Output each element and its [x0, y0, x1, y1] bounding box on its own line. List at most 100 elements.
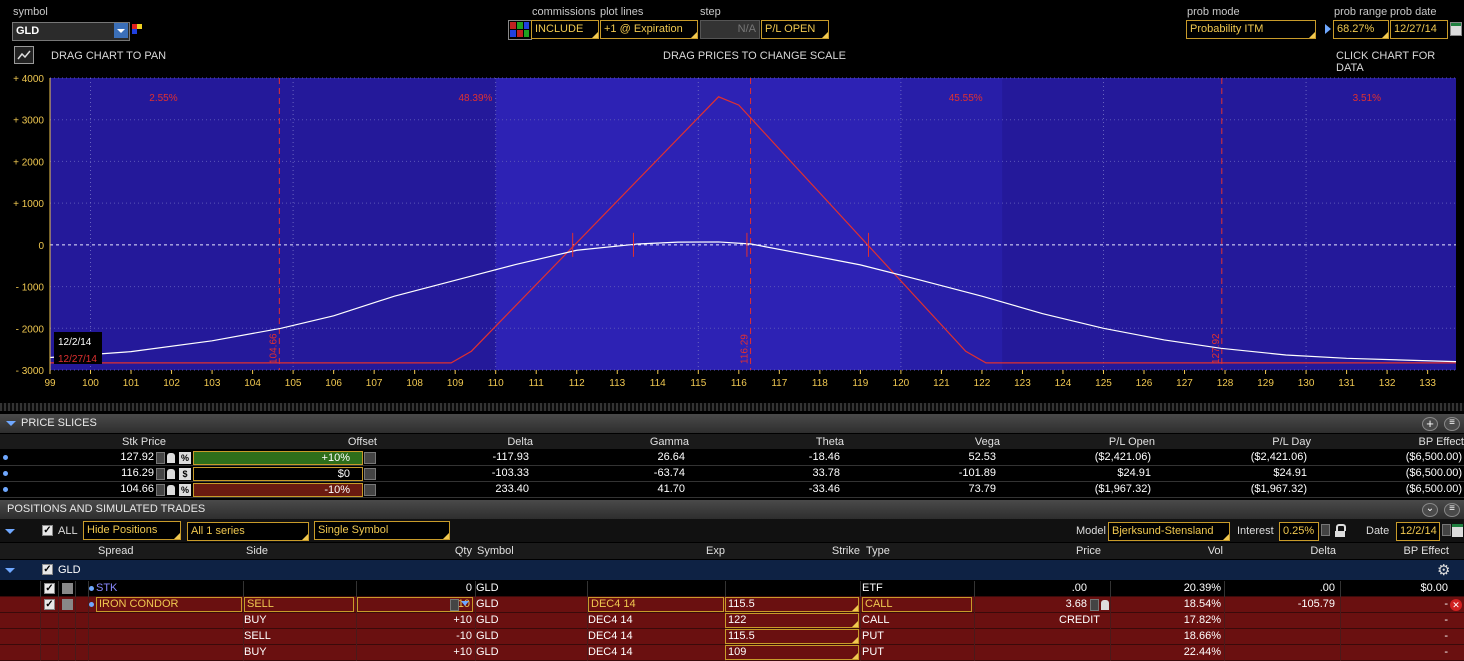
model-select[interactable]: Bjerksund-Stensland: [1108, 522, 1230, 541]
price-slices-header[interactable]: PRICE SLICES + ≡: [0, 414, 1464, 433]
add-slice-icon[interactable]: +: [1422, 417, 1438, 431]
offset-field[interactable]: -10%: [193, 483, 363, 497]
pl-mode-select[interactable]: P/L OPEN: [761, 20, 829, 39]
expand-icon[interactable]: [5, 529, 15, 534]
type-field[interactable]: CALL: [862, 597, 972, 612]
row-checkbox[interactable]: ✓: [44, 599, 55, 610]
list-menu-icon[interactable]: ≡: [1444, 417, 1460, 431]
collapse-icon[interactable]: [6, 421, 16, 426]
group-row[interactable]: ✓ GLD ⚙: [0, 560, 1464, 580]
chart-settings-icon[interactable]: [14, 46, 34, 64]
column-header-p-l-open[interactable]: P/L Open: [1035, 435, 1155, 449]
stk-price-spinner[interactable]: [156, 452, 165, 464]
strike-field[interactable]: 122: [725, 613, 859, 628]
exp-field[interactable]: DEC4 14: [588, 597, 724, 612]
stk-price-spinner[interactable]: [156, 484, 165, 496]
column-header-exp[interactable]: Exp: [706, 544, 725, 558]
spread-field[interactable]: IRON CONDOR: [96, 597, 242, 612]
position-row[interactable]: BUY +10 GLD DEC4 14 109 PUT 22.44% -: [0, 645, 1464, 661]
symbol-input[interactable]: GLD: [12, 22, 130, 41]
lock-icon[interactable]: [167, 469, 175, 479]
price-spinner[interactable]: [1090, 599, 1099, 611]
stk-price-spinner[interactable]: [156, 468, 165, 480]
lock-icon[interactable]: [1335, 524, 1346, 537]
play-arrow-icon[interactable]: [1325, 24, 1331, 34]
date-calendar-icon[interactable]: [1452, 524, 1463, 537]
column-header-delta[interactable]: Delta: [1236, 544, 1336, 558]
column-header-theta[interactable]: Theta: [724, 435, 844, 449]
hide-positions-select[interactable]: Hide Positions: [83, 521, 181, 540]
column-header-gamma[interactable]: Gamma: [569, 435, 689, 449]
stk-price[interactable]: 104.66: [96, 482, 154, 497]
strike-dropdown-corner[interactable]: [852, 653, 858, 659]
date-input[interactable]: 12/2/14: [1396, 522, 1440, 541]
column-header-bp-effect[interactable]: BP Effect: [1349, 544, 1449, 558]
qty[interactable]: +10: [357, 645, 472, 660]
positions-menu-icon[interactable]: ≡: [1444, 503, 1460, 517]
column-header-vol[interactable]: Vol: [1123, 544, 1223, 558]
position-row[interactable]: ✓ IRON CONDOR SELL -10 GLD DEC4 14 115.5 CALL 3.…: [0, 597, 1464, 613]
interest-spinner[interactable]: [1321, 524, 1330, 536]
prob-date-input[interactable]: 12/27/14: [1390, 20, 1448, 39]
column-header-p-l-day[interactable]: P/L Day: [1191, 435, 1311, 449]
stk-price[interactable]: 127.92: [96, 450, 154, 465]
series-select[interactable]: All 1 series: [187, 522, 309, 541]
chart-splitter[interactable]: [0, 403, 1464, 411]
risk-profile-chart[interactable]: + 4000 + 3000 + 2000 + 1000 0 - 1000 - 2000 - 3…: [0, 72, 1464, 397]
row-checkbox[interactable]: ✓: [44, 583, 55, 594]
column-header-bp-effect[interactable]: BP Effect: [1344, 435, 1464, 449]
strike-field[interactable]: 109: [725, 645, 859, 660]
column-header-offset[interactable]: Offset: [257, 435, 377, 449]
commissions-grid-icon[interactable]: [508, 20, 532, 40]
prob-mode-select[interactable]: Probability ITM: [1186, 20, 1316, 39]
plot-lines-select[interactable]: +1 @ Expiration: [600, 20, 698, 39]
interest-input[interactable]: 0.25%: [1279, 522, 1319, 541]
column-header-type[interactable]: Type: [866, 544, 890, 558]
unit-toggle[interactable]: %: [179, 484, 191, 496]
position-row[interactable]: BUY +10 GLD DEC4 14 122 CALL CREDIT 17.82% -: [0, 613, 1464, 629]
lock-icon[interactable]: [167, 453, 175, 463]
stk-price[interactable]: 116.29: [96, 466, 154, 481]
qty[interactable]: +10: [357, 613, 472, 628]
offset-field[interactable]: $0: [193, 467, 363, 481]
qty-spinner[interactable]: [450, 599, 459, 611]
qty-dropdown-icon[interactable]: [461, 601, 469, 606]
price-slice-row[interactable]: 116.29 $ $0 -103.33 -63.74 33.78 -101.89 $24.91…: [0, 466, 1464, 482]
row-toggle[interactable]: [62, 583, 73, 594]
all-checkbox[interactable]: ✓: [42, 525, 53, 536]
commissions-select[interactable]: INCLUDE: [531, 20, 599, 39]
strike-dropdown-corner[interactable]: [852, 621, 858, 627]
strike-field[interactable]: 115.5: [725, 629, 859, 644]
price-slice-row[interactable]: 104.66% -10% 233.40 41.70 -33.46 73.79 ($1,967…: [0, 482, 1464, 498]
unit-toggle[interactable]: $: [179, 468, 191, 480]
column-header-stk-price[interactable]: Stk Price: [46, 435, 166, 449]
collapse-all-icon[interactable]: ⌄: [1422, 503, 1438, 517]
color-picker-icon[interactable]: [132, 24, 142, 34]
column-header-spread[interactable]: Spread: [98, 544, 133, 558]
strike-dropdown-corner[interactable]: [852, 637, 858, 643]
side-field[interactable]: SELL: [244, 597, 354, 612]
row-toggle[interactable]: [62, 599, 73, 610]
column-header-symbol[interactable]: Symbol: [477, 544, 514, 558]
offset-dropdown[interactable]: [364, 468, 376, 480]
group-expand-icon[interactable]: [5, 568, 15, 573]
offset-field[interactable]: +10%: [193, 451, 363, 465]
qty[interactable]: 0: [357, 581, 472, 596]
unit-toggle[interactable]: %: [179, 452, 191, 464]
group-checkbox[interactable]: ✓: [42, 564, 53, 575]
symbol-mode-select[interactable]: Single Symbol: [314, 521, 450, 540]
remove-icon[interactable]: ✕: [1450, 599, 1462, 611]
calendar-icon[interactable]: [1450, 22, 1462, 36]
step-input[interactable]: N/A: [700, 20, 760, 39]
prob-range-input[interactable]: 68.27%: [1333, 20, 1389, 39]
lock-icon[interactable]: [167, 485, 175, 495]
symbol-dropdown-icon[interactable]: [114, 23, 128, 38]
price-slice-row[interactable]: 127.92% +10% -117.93 26.64 -18.46 52.53 ($2,42…: [0, 450, 1464, 466]
column-header-delta[interactable]: Delta: [413, 435, 533, 449]
column-header-price[interactable]: Price: [1001, 544, 1101, 558]
positions-header[interactable]: POSITIONS AND SIMULATED TRADES ⌄ ≡: [0, 500, 1464, 519]
qty[interactable]: -10: [357, 629, 472, 644]
position-row[interactable]: SELL -10 GLD DEC4 14 115.5 PUT 18.66% -: [0, 629, 1464, 645]
gear-icon[interactable]: ⚙: [1437, 561, 1450, 579]
column-header-vega[interactable]: Vega: [880, 435, 1000, 449]
